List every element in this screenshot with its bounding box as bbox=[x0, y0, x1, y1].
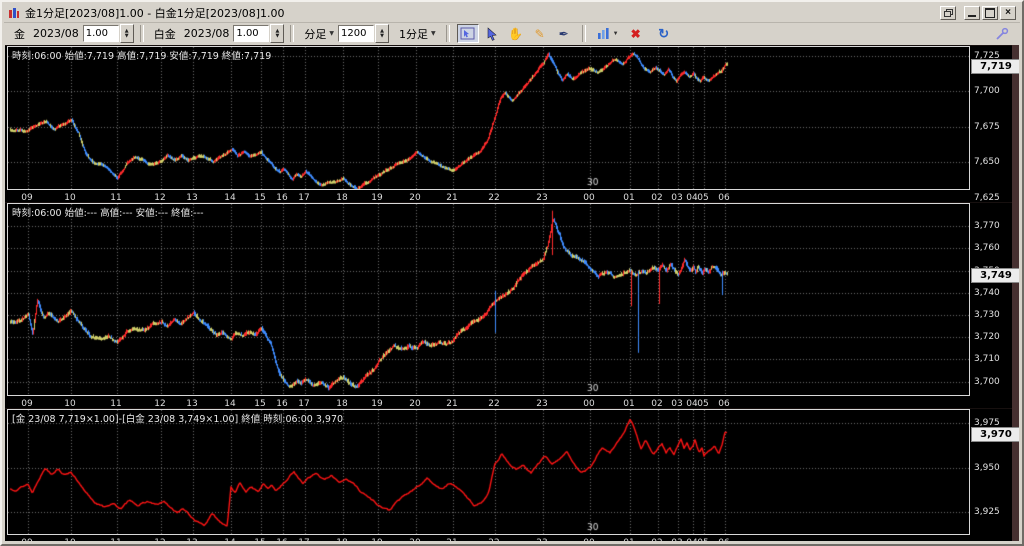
client-right-strip bbox=[1012, 45, 1019, 541]
spread-current-price: 3,970 bbox=[971, 427, 1019, 442]
platinum-multiplier-input[interactable] bbox=[233, 25, 269, 42]
pan-tool[interactable]: ✋ bbox=[505, 24, 527, 43]
cascade-windows-button[interactable] bbox=[940, 6, 956, 20]
delete-x-icon: ✖ bbox=[631, 28, 641, 40]
toolbar-separator bbox=[582, 25, 586, 42]
dropdown-arrow-icon: ▼ bbox=[431, 30, 436, 37]
minimize-button[interactable] bbox=[964, 6, 980, 20]
hand-icon: ✋ bbox=[508, 28, 523, 40]
interval-dropdown[interactable]: 1分足 ▼ bbox=[395, 24, 440, 44]
close-button[interactable]: × bbox=[1000, 6, 1016, 20]
platinum-chart-panel: 時刻:06:00 始値:--- 高値:--- 安値:--- 終値:--- 091… bbox=[5, 203, 1019, 408]
spread-chart-plot[interactable] bbox=[7, 409, 970, 535]
spread-chart-info: [金 23/08 7,719×1.00]-[白金 23/08 3,749×1.0… bbox=[12, 411, 343, 425]
spread-chart-x-axis: 0910111213141516171819202122230001020304… bbox=[5, 538, 1019, 541]
close-icon: × bbox=[1005, 8, 1011, 18]
bar-count-spinner[interactable]: ▲ ▼ bbox=[375, 24, 389, 43]
platinum-multiplier-spinner[interactable]: ▲ ▼ bbox=[270, 24, 284, 43]
platinum-current-price: 3,749 bbox=[971, 268, 1019, 283]
pen-tool[interactable]: ✒ bbox=[553, 24, 575, 43]
settings-button[interactable] bbox=[991, 24, 1013, 43]
gold-label: 金 bbox=[14, 26, 25, 42]
spinner-down-icon: ▼ bbox=[125, 34, 129, 39]
minimize-icon bbox=[968, 15, 976, 17]
refresh-button[interactable]: ↻ bbox=[653, 24, 675, 43]
maximize-icon bbox=[985, 8, 995, 18]
bar-count-input[interactable] bbox=[338, 25, 374, 42]
toolbar-separator bbox=[446, 25, 450, 42]
gold-month-label: 2023/08 bbox=[33, 27, 79, 40]
toolbar: 金 2023/08 ▲ ▼ 白金 2023/08 ▲ ▼ 分足 ▼ ▲ ▼ 1分… bbox=[4, 23, 1020, 44]
gold-current-price: 7,719 bbox=[971, 59, 1019, 74]
platinum-chart-info: 時刻:06:00 始値:--- 高値:--- 安値:--- 終値:--- bbox=[12, 205, 204, 219]
indicator-dropdown[interactable]: ▼ bbox=[593, 24, 623, 43]
cascade-icon bbox=[944, 9, 953, 17]
select-tool[interactable] bbox=[481, 24, 503, 43]
bar-chart-icon bbox=[597, 27, 610, 40]
spinner-down-icon: ▼ bbox=[275, 34, 279, 39]
window-chart-icon bbox=[8, 7, 20, 19]
dropdown-arrow-icon: ▼ bbox=[613, 31, 619, 37]
platinum-chart-plot[interactable] bbox=[7, 203, 970, 396]
bar-type-dropdown[interactable]: 分足 ▼ bbox=[300, 24, 338, 44]
delete-tool[interactable]: ✖ bbox=[625, 24, 647, 43]
spinner-down-icon: ▼ bbox=[380, 34, 384, 39]
maximize-button[interactable] bbox=[982, 6, 998, 20]
window-title: 金1分足[2023/08]1.00 - 白金1分足[2023/08]1.00 bbox=[25, 5, 285, 21]
title-bar[interactable]: 金1分足[2023/08]1.00 - 白金1分足[2023/08]1.00 × bbox=[4, 4, 1020, 23]
cursor-arrow-icon bbox=[485, 27, 499, 41]
gold-chart-panel: 時刻:06:00 始値:7,719 高値:7,719 安値:7,719 終値:7… bbox=[5, 46, 1019, 202]
platinum-label: 白金 bbox=[154, 26, 176, 42]
toolbar-separator bbox=[140, 25, 144, 42]
draw-tool[interactable]: ✎ bbox=[529, 24, 551, 43]
gold-chart-plot[interactable] bbox=[7, 46, 970, 190]
spread-chart-panel: [金 23/08 7,719×1.00]-[白金 23/08 3,749×1.0… bbox=[5, 409, 1019, 541]
chart-cursor-icon bbox=[460, 27, 476, 41]
platinum-month-label: 2023/08 bbox=[184, 27, 230, 40]
chart-window: 金1分足[2023/08]1.00 - 白金1分足[2023/08]1.00 ×… bbox=[0, 0, 1024, 546]
gold-multiplier-input[interactable] bbox=[83, 25, 119, 42]
gold-multiplier-spinner[interactable]: ▲ ▼ bbox=[120, 24, 134, 43]
refresh-icon: ↻ bbox=[658, 27, 669, 40]
pencil-icon: ✎ bbox=[535, 28, 545, 40]
dropdown-arrow-icon: ▼ bbox=[329, 30, 334, 37]
toolbar-separator bbox=[290, 25, 294, 42]
fountain-pen-icon: ✒ bbox=[559, 28, 569, 40]
gold-chart-info: 時刻:06:00 始値:7,719 高値:7,719 安値:7,719 終値:7… bbox=[12, 48, 271, 62]
wrench-icon bbox=[995, 27, 1009, 41]
chart-client-area: 時刻:06:00 始値:7,719 高値:7,719 安値:7,719 終値:7… bbox=[5, 45, 1019, 541]
chart-cursor-tool[interactable] bbox=[457, 24, 479, 43]
